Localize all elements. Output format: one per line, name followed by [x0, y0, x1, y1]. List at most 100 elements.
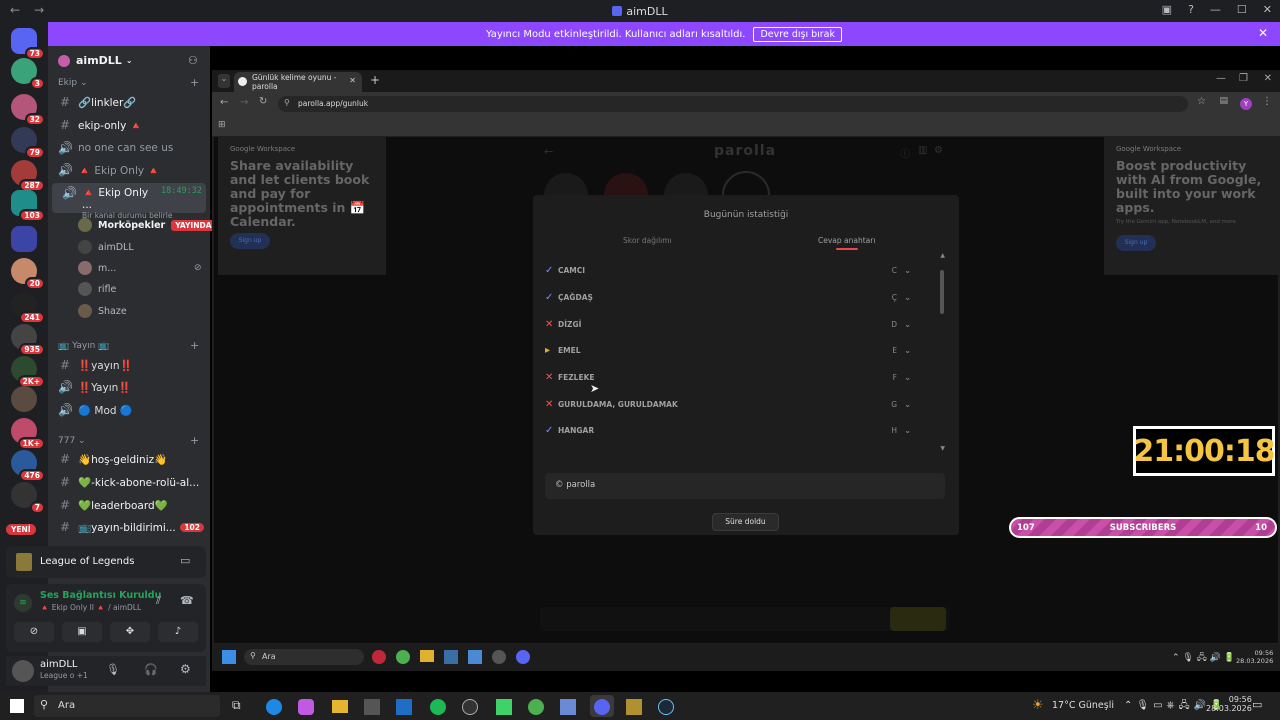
forward-icon[interactable]: →: [240, 97, 248, 108]
submit-button[interactable]: [890, 607, 946, 631]
answer-row[interactable]: ✕ FEZLEKE F ⌄: [545, 364, 929, 390]
obs-icon[interactable]: [462, 699, 478, 715]
channel-ekip-only-voice[interactable]: 🔊 🔺 Ekip Only 🔺: [48, 160, 210, 180]
ad-right[interactable]: Google Workspace Boost productivity with…: [1104, 137, 1278, 275]
server-icon[interactable]: 935: [11, 324, 45, 356]
channel-yayin-bildirimi[interactable]: # 📺yayın-bildirimi... 102: [48, 517, 210, 537]
add-channel-icon[interactable]: +: [190, 76, 199, 89]
activities-icon[interactable]: ✥: [110, 622, 150, 642]
server-icon[interactable]: 2K+: [11, 356, 45, 388]
server-icon[interactable]: 241: [11, 292, 45, 324]
app-icon[interactable]: [444, 650, 458, 664]
copilot-icon[interactable]: [298, 699, 314, 715]
add-channel-icon[interactable]: +: [190, 434, 199, 447]
tab-search-icon[interactable]: ⌄: [218, 74, 230, 88]
spotify-icon[interactable]: [430, 699, 446, 715]
noise-suppression-icon[interactable]: ⫽: [156, 594, 161, 608]
scroll-down-icon[interactable]: ▼: [940, 445, 945, 452]
server-icon[interactable]: 79: [11, 127, 45, 159]
answer-row[interactable]: ✓ HANGAR H ⌄: [545, 417, 929, 443]
disable-button[interactable]: Devre dışı bırak: [753, 26, 843, 42]
server-icon[interactable]: 7: [11, 482, 45, 514]
browser-tab[interactable]: Günlük kelime oyunu - parolla ✕: [234, 72, 362, 92]
voice-status[interactable]: Ses Bağlantısı Kuruldu: [40, 590, 161, 601]
maximize-button[interactable]: ☐: [1237, 3, 1247, 16]
server-icon[interactable]: 476: [11, 450, 45, 482]
signal-icon[interactable]: ≋: [14, 594, 32, 612]
help-icon[interactable]: ?: [1188, 3, 1194, 16]
add-channel-icon[interactable]: +: [190, 339, 199, 352]
reload-icon[interactable]: ↻: [259, 96, 267, 107]
settings-icon[interactable]: ⚙: [180, 662, 191, 676]
channel-yayin[interactable]: # ‼️yayın‼️: [48, 355, 210, 375]
bookmark-star-icon[interactable]: ☆: [1197, 96, 1206, 107]
server-icon[interactable]: [11, 386, 37, 412]
channel-linkler[interactable]: # 🔗linkler🔗: [48, 92, 210, 112]
search-box[interactable]: ⚲ Ara: [34, 695, 220, 717]
server-icon[interactable]: 3: [11, 58, 45, 90]
voice-user[interactable]: aimDLL: [78, 238, 134, 256]
info-icon[interactable]: ⓘ: [900, 145, 910, 160]
close-button[interactable]: ✕: [1264, 73, 1272, 84]
back-icon[interactable]: ←: [544, 145, 553, 158]
answer-row[interactable]: ✓ CAMCI C ⌄: [545, 257, 929, 283]
minimize-button[interactable]: —: [1210, 3, 1221, 16]
close-tab-icon[interactable]: ✕: [349, 76, 356, 85]
server-icon[interactable]: 1K+: [11, 418, 45, 450]
menu-dots-icon[interactable]: ⋮: [1262, 96, 1272, 107]
server-icon[interactable]: 20: [11, 258, 45, 290]
channel-leaderboard[interactable]: # 💚leaderboard💚: [48, 495, 210, 515]
scroll-up-icon[interactable]: ▲: [940, 252, 945, 259]
category-ekip[interactable]: Ekip ⌄: [58, 78, 88, 88]
share-box[interactable]: © parolla: [545, 473, 945, 499]
game-activity[interactable]: League of Legends ▭: [6, 546, 206, 578]
channel-hos-geldiniz[interactable]: # 👋hoş-geldiniz👋: [48, 449, 210, 469]
new-pill[interactable]: YENİ: [6, 524, 36, 535]
invite-icon[interactable]: ⚇: [188, 54, 198, 67]
tab-score-distribution[interactable]: Skor dağılımı: [623, 236, 672, 245]
edge-icon[interactable]: [266, 699, 282, 715]
settings-icon[interactable]: ⚙: [934, 145, 943, 156]
voice-user[interactable]: Morköpekler YAYINDA: [78, 216, 216, 234]
inner-clock[interactable]: 09:56 28.03.2026: [1236, 649, 1273, 665]
headphones-icon[interactable]: 🎧: [144, 663, 158, 676]
answer-row[interactable]: ▸ EMEL E ⌄: [545, 337, 929, 363]
restore-button[interactable]: ❐: [1239, 73, 1248, 84]
channel-no-one[interactable]: 🔊 no one can see us: [48, 138, 210, 158]
task-view-icon[interactable]: ⧉: [232, 698, 241, 713]
channel-yayin-voice[interactable]: 🔊 ‼️Yayın‼️: [48, 377, 210, 397]
direct-messages-icon[interactable]: 73: [11, 28, 45, 60]
voice-user[interactable]: Shaze: [78, 302, 127, 320]
address-bar[interactable]: ⚲ parolla.app/gunluk: [278, 96, 1188, 112]
channel-kick[interactable]: # 💚-kick-abone-rolü-al...: [48, 472, 210, 492]
guess-input[interactable]: [540, 607, 950, 631]
kick-icon[interactable]: [496, 699, 512, 715]
category-777[interactable]: 777 ⌄: [58, 436, 86, 446]
tray-icons[interactable]: ⌃ 🎙 🖧 🔊 🔋: [1172, 650, 1235, 666]
windows-start-icon[interactable]: [10, 699, 24, 713]
disconnect-icon[interactable]: ☎: [180, 594, 194, 607]
ad-left[interactable]: Google Workspace Share availability and …: [218, 137, 386, 275]
extensions-icon[interactable]: ▤: [1219, 96, 1228, 106]
mail-icon[interactable]: [396, 699, 412, 715]
channel-ekip-only[interactable]: # ekip-only 🔺: [48, 115, 210, 135]
server-icon-active[interactable]: 103: [11, 190, 45, 222]
answer-row[interactable]: ✕ DİZGİ D ⌄: [545, 311, 929, 337]
stream-game-icon[interactable]: ▭: [180, 554, 190, 567]
server-icon[interactable]: 32: [11, 94, 45, 126]
discord-icon[interactable]: [516, 650, 530, 664]
league-icon[interactable]: [626, 699, 642, 715]
voice-channel[interactable]: 🔺 Ekip Only II 🔺 / aimDLL: [40, 603, 141, 612]
close-button[interactable]: ✕: [1263, 3, 1272, 16]
voice-user[interactable]: m... ⊘: [78, 259, 202, 277]
clock[interactable]: 09:56 28.03.2026: [1206, 695, 1252, 713]
windows-start-icon[interactable]: [222, 650, 236, 664]
chrome-icon[interactable]: [396, 650, 410, 664]
channel-ekip-only-active[interactable]: 🔊 🔺 Ekip Only ... 18:49:32 Bir kanal duru…: [52, 183, 206, 220]
app-icon[interactable]: [372, 650, 386, 664]
scrollbar-thumb[interactable]: [940, 270, 944, 314]
inner-search-box[interactable]: ⚲ Ara: [244, 649, 364, 665]
app-icon[interactable]: [492, 650, 506, 664]
time-up-button[interactable]: Süre doldu: [712, 513, 779, 531]
steam-icon[interactable]: [658, 699, 674, 715]
